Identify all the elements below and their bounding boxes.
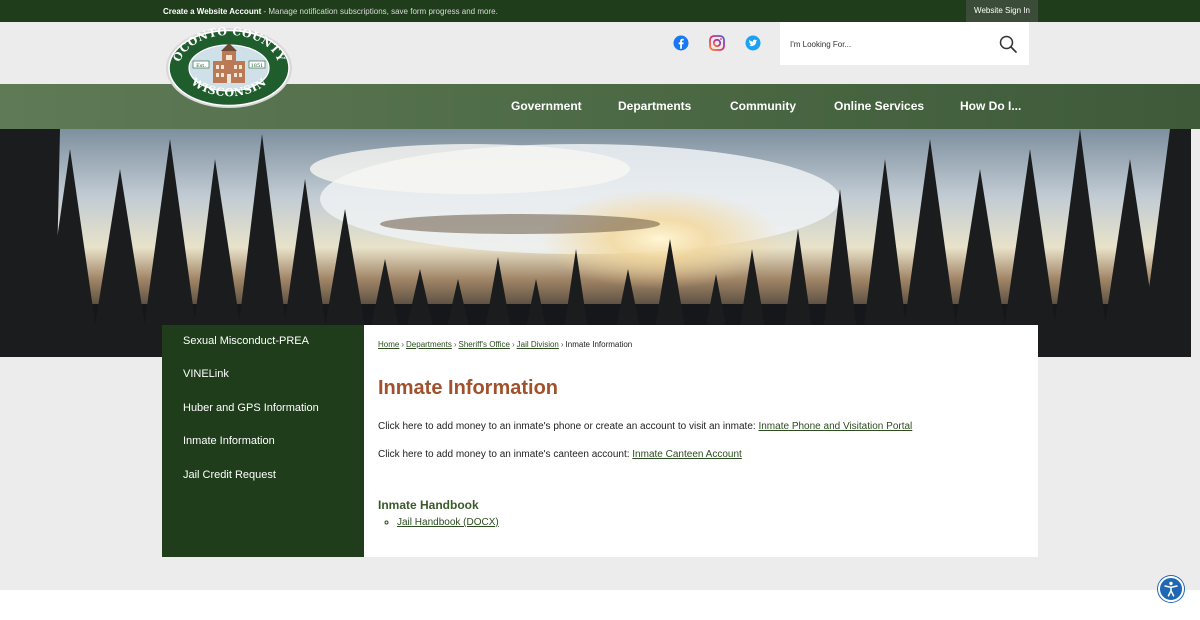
create-account-description: - Manage notification subscriptions, sav… [261, 7, 498, 16]
oconto-county-logo[interactable]: Est. 1851 OCONTO COUNTY WISCONSIN [165, 27, 293, 109]
breadcrumb-sheriffs-office[interactable]: Sheriff's Office [458, 340, 509, 349]
sidebar-navigation: Sexual Misconduct-PREA VINELink Huber an… [162, 325, 364, 557]
breadcrumb-separator: › [511, 340, 515, 349]
nav-item-government[interactable]: Government [511, 84, 582, 129]
sidebar-item-huber-gps[interactable]: Huber and GPS Information [162, 392, 364, 426]
facebook-icon[interactable] [673, 35, 689, 51]
nav-item-how-do-i[interactable]: How Do I... [960, 84, 1021, 129]
breadcrumb-separator: › [560, 340, 564, 349]
website-sign-in-button[interactable]: Website Sign In [966, 0, 1038, 22]
phone-visitation-paragraph: Click here to add money to an inmate's p… [378, 421, 912, 432]
forest-sunset-illustration [0, 129, 1191, 357]
page-title: Inmate Information [378, 377, 559, 399]
breadcrumb: Home › Departments › Sheriff's Office › Jail D… [378, 340, 632, 349]
breadcrumb-separator: › [453, 340, 457, 349]
breadcrumb-home[interactable]: Home [378, 340, 399, 349]
inmate-handbook-heading: Inmate Handbook [378, 498, 479, 512]
list-item: Jail Handbook (DOCX) [397, 517, 499, 528]
nav-item-community[interactable]: Community [730, 84, 796, 129]
inmate-canteen-account-link[interactable]: Inmate Canteen Account [632, 449, 742, 460]
breadcrumb-current: Inmate Information [565, 340, 633, 349]
sidebar-item-vinelink[interactable]: VINELink [162, 358, 364, 392]
site-search [780, 22, 1029, 65]
create-account-link[interactable]: Create a Website Account [163, 7, 261, 16]
create-account-notice: Create a Website Account - Manage notifi… [163, 7, 498, 16]
sidebar-item-jail-credit-request[interactable]: Jail Credit Request [162, 459, 364, 493]
footer-band [0, 590, 1200, 620]
phone-visitation-text: Click here to add money to an inmate's p… [378, 421, 759, 432]
sidebar-item-sexual-misconduct-prea[interactable]: Sexual Misconduct-PREA [162, 325, 364, 358]
canteen-paragraph: Click here to add money to an inmate's c… [378, 449, 742, 460]
canteen-text: Click here to add money to an inmate's c… [378, 449, 633, 460]
breadcrumb-jail-division[interactable]: Jail Division [517, 340, 559, 349]
accessibility-icon[interactable] [1158, 576, 1184, 602]
twitter-icon[interactable] [745, 35, 761, 51]
sidebar-item-inmate-information[interactable]: Inmate Information [162, 425, 364, 459]
logo-est-text: Est. [196, 63, 206, 69]
top-utility-bar: Create a Website Account - Manage notifi… [0, 0, 1200, 22]
search-input[interactable] [790, 36, 990, 52]
nav-item-departments[interactable]: Departments [618, 84, 691, 129]
search-icon[interactable] [999, 35, 1017, 53]
breadcrumb-separator: › [401, 340, 405, 349]
main-content: Home › Departments › Sheriff's Office › Jail D… [364, 325, 1038, 557]
nav-item-online-services[interactable]: Online Services [834, 84, 924, 129]
handbook-list: Jail Handbook (DOCX) [397, 517, 499, 528]
inmate-phone-visitation-portal-link[interactable]: Inmate Phone and Visitation Portal [758, 421, 912, 432]
breadcrumb-departments[interactable]: Departments [406, 340, 452, 349]
hero-banner-image [0, 129, 1191, 357]
jail-handbook-docx-link[interactable]: Jail Handbook (DOCX) [397, 517, 499, 528]
instagram-icon[interactable] [709, 35, 725, 51]
logo-year-text: 1851 [251, 63, 264, 69]
